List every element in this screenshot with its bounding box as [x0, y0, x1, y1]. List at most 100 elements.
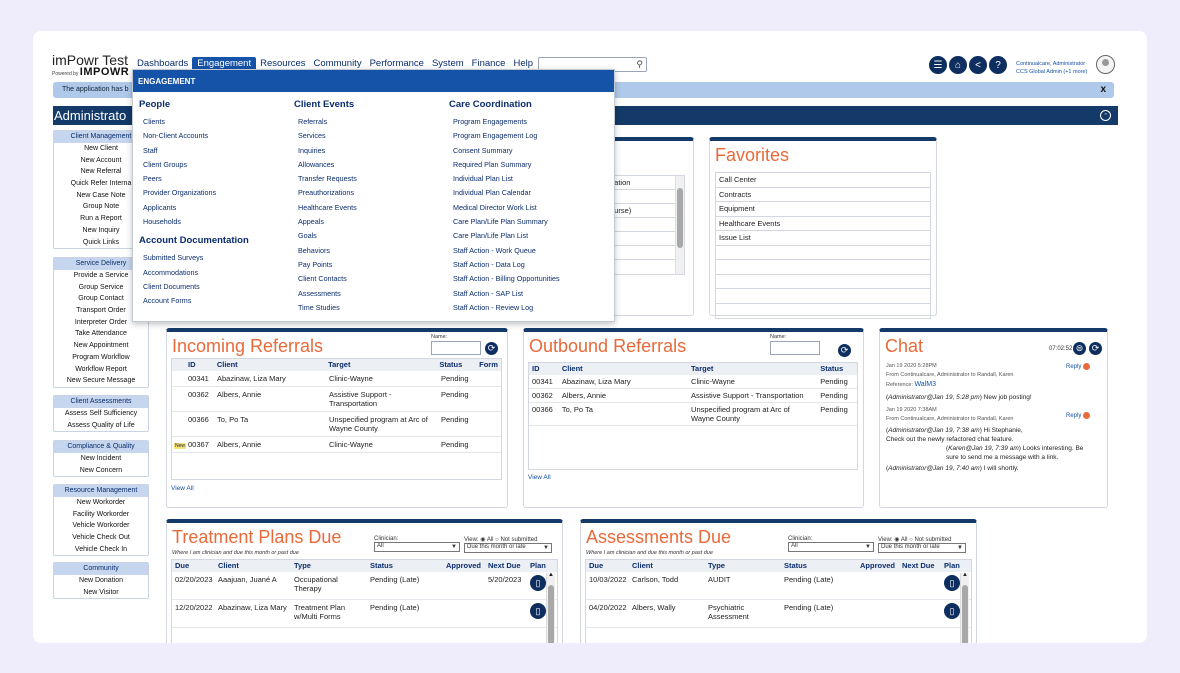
col-due[interactable]: Due	[172, 560, 215, 572]
menu-item-staff-action-billing-opportunities[interactable]: Staff Action - Billing Opportunities	[449, 272, 560, 286]
menu-item-inquiries[interactable]: Inquiries	[294, 144, 357, 158]
menu-item-referrals[interactable]: Referrals	[294, 115, 357, 129]
table-row[interactable]: 00341 Abazinaw, Liza Mary Clinic-Wayne Pend…	[172, 371, 501, 387]
scrollbar[interactable]: ▲	[960, 572, 969, 643]
col-plan[interactable]: Plan	[941, 560, 961, 572]
menu-item-applicants[interactable]: Applicants	[139, 201, 249, 215]
refresh-icon[interactable]: ⟳	[838, 344, 851, 357]
refresh-icon[interactable]: ⟳	[485, 342, 498, 355]
menu-item-staff-action-data-log[interactable]: Staff Action - Data Log	[449, 258, 560, 272]
delete-icon[interactable]	[1083, 412, 1091, 419]
col-approved[interactable]: Approved	[443, 560, 485, 572]
favorite-equipment[interactable]: Equipment	[716, 202, 930, 217]
sidebar-item-take-attendance[interactable]: Take Attendance	[54, 328, 148, 340]
menu-item-staff-action-sap-list[interactable]: Staff Action - SAP List	[449, 287, 560, 301]
user-name[interactable]: Continualcare, Administrator	[1016, 60, 1087, 68]
col-status[interactable]: Status	[436, 359, 476, 371]
clinician-select[interactable]: All	[788, 542, 874, 552]
menu-item-behaviors[interactable]: Behaviors	[294, 244, 357, 258]
col-status[interactable]: Status	[367, 560, 443, 572]
col-id[interactable]: ID	[529, 363, 559, 375]
sidebar-group-header[interactable]: Community	[54, 563, 148, 575]
due-select[interactable]: Due this month or late	[878, 543, 966, 553]
avatar[interactable]	[1096, 55, 1115, 74]
menu-item-goals[interactable]: Goals	[294, 229, 357, 243]
close-icon[interactable]: x	[1100, 84, 1106, 95]
table-row[interactable]: 00362 Albers, Annie Assistive Support - Tr…	[172, 387, 501, 412]
favorite-healthcare-events[interactable]: Healthcare Events	[716, 217, 930, 231]
menu-item-non-client-accounts[interactable]: Non-Client Accounts	[139, 129, 249, 143]
sidebar-item-assess-quality-of-life[interactable]: Assess Quality of Life	[54, 420, 148, 432]
chat-new-icon[interactable]: ⊜	[1073, 342, 1086, 355]
menu-item-individual-plan-calendar[interactable]: Individual Plan Calendar	[449, 186, 560, 200]
menu-item-client-contacts[interactable]: Client Contacts	[294, 272, 357, 286]
menu-item-medical-director-work-list[interactable]: Medical Director Work List	[449, 201, 560, 215]
menu-item-individual-plan-list[interactable]: Individual Plan List	[449, 172, 560, 186]
col-client[interactable]: Client	[559, 363, 688, 375]
scrollbar-thumb[interactable]	[548, 585, 554, 643]
menu-item-allowances[interactable]: Allowances	[294, 158, 357, 172]
due-select[interactable]: Due this month or late	[464, 543, 552, 553]
menu-item-assessments[interactable]: Assessments	[294, 287, 357, 301]
menu-item-transfer-requests[interactable]: Transfer Requests	[294, 172, 357, 186]
home-icon[interactable]: ⌂	[949, 56, 967, 74]
sidebar-item-workflow-report[interactable]: Workflow Report	[54, 364, 148, 376]
clinician-select[interactable]: All	[374, 542, 460, 552]
list-icon[interactable]: ☰	[929, 56, 947, 74]
menu-item-provider-organizations[interactable]: Provider Organizations	[139, 186, 249, 200]
menu-item-required-plan-summary[interactable]: Required Plan Summary	[449, 158, 560, 172]
table-row[interactable]: 00341 Abazinaw, Liza Mary Clinic-Wayne Pend…	[529, 375, 857, 389]
name-input[interactable]	[431, 341, 481, 355]
menu-item-pay-points[interactable]: Pay Points	[294, 258, 357, 272]
menu-item-staff-action-work-queue[interactable]: Staff Action - Work Queue	[449, 244, 560, 258]
sidebar-item-new-visitor[interactable]: New Visitor	[54, 587, 148, 599]
menu-item-accommodations[interactable]: Accommodations	[139, 266, 249, 280]
menu-item-client-documents[interactable]: Client Documents	[139, 280, 249, 294]
favorite-call-center[interactable]: Call Center	[716, 173, 930, 188]
menu-item-staff-action-review-log[interactable]: Staff Action - Review Log	[449, 301, 560, 315]
col-type[interactable]: Type	[705, 560, 781, 572]
table-row[interactable]: 00362 Albers, Annie Assistive Support - Tr…	[529, 389, 857, 403]
col-status[interactable]: Status	[817, 363, 857, 375]
document-icon[interactable]: ▯	[944, 575, 960, 591]
view-all-link[interactable]: View All	[528, 474, 551, 481]
menu-item-peers[interactable]: Peers	[139, 172, 249, 186]
table-row[interactable]: 10/03/2022 Carlson, Todd AUDIT Pending (Lat…	[586, 572, 971, 600]
menu-item-staff[interactable]: Staff	[139, 144, 249, 158]
scrollbar[interactable]: ▲	[546, 572, 555, 643]
scrollbar-thumb[interactable]	[962, 585, 968, 643]
sidebar-group-header[interactable]: Compliance & Quality	[54, 441, 148, 453]
document-icon[interactable]: ▯	[944, 603, 960, 619]
col-id[interactable]: ID	[172, 359, 214, 371]
scroll-up-icon[interactable]: ▲	[548, 572, 554, 578]
table-row[interactable]: 00366 To, Po Ta Unspecified program at Arc…	[529, 403, 857, 426]
sidebar-item-new-workorder[interactable]: New Workorder	[54, 497, 148, 509]
col-next-due[interactable]: Next Due	[899, 560, 941, 572]
table-row[interactable]: 00366 To, Po Ta Unspecified program at Arc…	[172, 412, 501, 437]
col-approved[interactable]: Approved	[857, 560, 899, 572]
user-info[interactable]: Continualcare, Administrator CCS Global A…	[1016, 60, 1087, 76]
col-plan[interactable]: Plan	[527, 560, 547, 572]
sidebar-group-header[interactable]: Resource Management	[54, 485, 148, 497]
sidebar-item-new-donation[interactable]: New Donation	[54, 575, 148, 587]
menu-item-healthcare-events[interactable]: Healthcare Events	[294, 201, 357, 215]
menu-item-program-engagement-log[interactable]: Program Engagement Log	[449, 129, 560, 143]
table-row[interactable]: 12/20/2022 Abazinaw, Liza Mary Treatment P…	[172, 600, 557, 628]
settings-circle-icon[interactable]: ◦	[1100, 110, 1111, 121]
menu-item-account-forms[interactable]: Account Forms	[139, 294, 249, 308]
col-target[interactable]: Target	[325, 359, 436, 371]
sidebar-item-assess-self-sufficiency[interactable]: Assess Self Sufficiency	[54, 408, 148, 420]
menu-item-households[interactable]: Households	[139, 215, 249, 229]
document-icon[interactable]: ▯	[530, 575, 546, 591]
reply-link[interactable]: Reply	[1066, 412, 1091, 419]
col-type[interactable]: Type	[291, 560, 367, 572]
share-icon[interactable]: <	[969, 56, 987, 74]
sidebar-item-vehicle-check-in[interactable]: Vehicle Check In	[54, 544, 148, 556]
reference-link[interactable]: WalM3	[914, 381, 936, 388]
menu-item-submitted-surveys[interactable]: Submitted Surveys	[139, 251, 249, 265]
sidebar-item-new-secure-message[interactable]: New Secure Message	[54, 375, 148, 387]
sidebar-item-vehicle-check-out[interactable]: Vehicle Check Out	[54, 532, 148, 544]
menu-item-preauthorizations[interactable]: Preauthorizations	[294, 186, 357, 200]
menu-item-time-studies[interactable]: Time Studies	[294, 301, 357, 315]
reply-label[interactable]: Reply	[1066, 413, 1081, 419]
